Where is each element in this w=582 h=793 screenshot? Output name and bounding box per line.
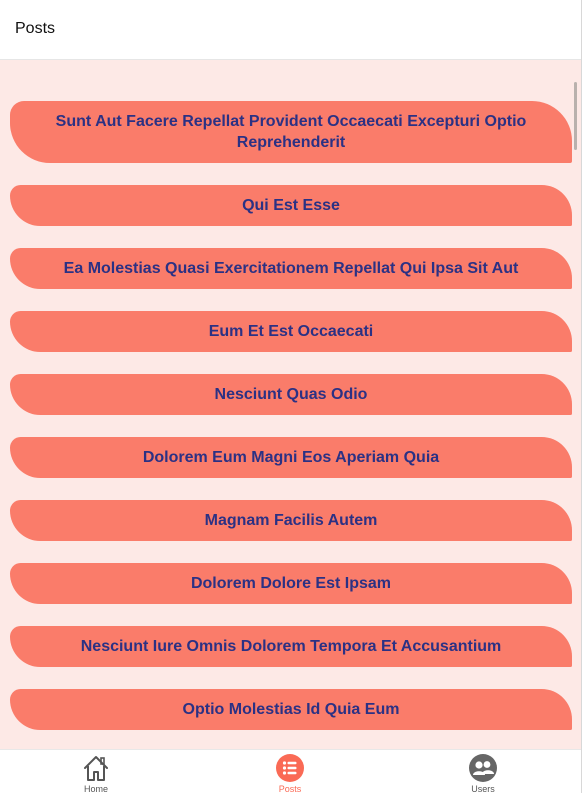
tab-label: Home bbox=[83, 784, 108, 793]
tab-posts[interactable]: Posts bbox=[250, 750, 330, 793]
post-item[interactable]: Ea Molestias Quasi Exercitationem Repell… bbox=[10, 248, 572, 289]
post-item[interactable]: Nesciunt Iure Omnis Dolorem Tempora Et A… bbox=[10, 626, 572, 667]
home-icon bbox=[84, 756, 108, 781]
tab-home[interactable]: Home bbox=[56, 750, 136, 793]
post-title: Nesciunt Iure Omnis Dolorem Tempora Et A… bbox=[80, 638, 502, 655]
list-icon bbox=[276, 754, 304, 782]
post-item[interactable]: Dolorem Dolore Est Ipsam bbox=[10, 563, 572, 604]
post-item[interactable]: Qui Est Esse bbox=[10, 185, 572, 226]
post-item[interactable]: Magnam Facilis Autem bbox=[10, 500, 572, 541]
post-item[interactable]: Optio Molestias Id Quia Eum bbox=[10, 689, 572, 730]
scrollbar[interactable] bbox=[574, 82, 577, 150]
tab-label: Users bbox=[471, 784, 495, 793]
post-title: Optio Molestias Id Quia Eum bbox=[182, 701, 400, 718]
post-item[interactable]: Nesciunt Quas Odio bbox=[10, 374, 572, 415]
post-title: Qui Est Esse bbox=[242, 197, 340, 214]
app-window: Posts Sunt Aut Facere Repellat Provident… bbox=[0, 0, 582, 793]
app-header: Posts bbox=[0, 0, 581, 60]
post-title: Sunt Aut Facere Repellat Provident Occae… bbox=[55, 113, 527, 151]
post-list: Sunt Aut Facere Repellat Provident Occae… bbox=[10, 101, 572, 749]
post-title: Dolorem Eum Magni Eos Aperiam Quia bbox=[142, 449, 440, 466]
bottom-tab-bar: Home Posts Users bbox=[0, 749, 581, 793]
post-item[interactable]: Dolorem Eum Magni Eos Aperiam Quia bbox=[10, 437, 572, 478]
post-title: Magnam Facilis Autem bbox=[204, 512, 378, 529]
post-title: Nesciunt Quas Odio bbox=[214, 386, 368, 403]
post-title: Dolorem Dolore Est Ipsam bbox=[190, 575, 392, 592]
post-item[interactable]: Sunt Aut Facere Repellat Provident Occae… bbox=[10, 101, 572, 163]
tab-users[interactable]: Users bbox=[443, 750, 523, 793]
users-icon bbox=[469, 754, 497, 782]
post-item[interactable]: Eum Et Est Occaecati bbox=[10, 311, 572, 352]
post-title: Ea Molestias Quasi Exercitationem Repell… bbox=[63, 260, 519, 277]
posts-scroll-area[interactable]: Sunt Aut Facere Repellat Provident Occae… bbox=[0, 60, 581, 749]
page-title: Posts bbox=[15, 20, 56, 37]
tab-label: Posts bbox=[278, 784, 302, 793]
post-title: Eum Et Est Occaecati bbox=[208, 323, 374, 340]
